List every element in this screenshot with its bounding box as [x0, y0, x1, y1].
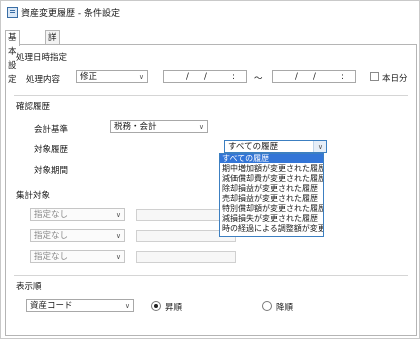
section-processing-date: 処理日時指定 — [16, 53, 68, 63]
date-to-input[interactable]: / / : — [272, 70, 356, 83]
dialog-window: 資産変更履歴 - 条件設定 基本設定 詳細設定 処理日時指定 処理内容 修正 ∨… — [0, 0, 420, 339]
content-select-value: 修正 — [80, 72, 98, 82]
tab-detail-settings[interactable]: 詳細設定 — [45, 30, 60, 85]
aggregate-select-1-value: 指定なし — [34, 210, 69, 220]
dropdown-option[interactable]: 除却損益が変更された履歴 — [220, 184, 323, 193]
chevron-down-icon: ∨ — [115, 253, 121, 261]
sort-ascending-label: 昇順 — [165, 303, 183, 313]
sort-descending-label: 降順 — [276, 303, 294, 313]
sort-key-select[interactable]: 資産コード ∨ — [26, 299, 134, 312]
date-from-slash2: / — [204, 72, 207, 82]
window-title: 資産変更履歴 - 条件設定 — [21, 9, 120, 19]
tab-basic-settings[interactable]: 基本設定 — [5, 30, 20, 85]
tab-panel: 処理日時指定 処理内容 修正 ∨ / / : 〜 / / : 本日分 確認履歴 … — [5, 44, 417, 336]
target-select-value: すべての履歴 — [228, 142, 279, 152]
date-from-input[interactable]: / / : — [163, 70, 247, 83]
standard-select-value: 税務・会計 — [114, 122, 157, 132]
section-aggregate: 集計対象 — [16, 191, 51, 201]
app-icon — [7, 7, 18, 18]
today-only-checkbox[interactable] — [370, 72, 379, 81]
dropdown-option[interactable]: 特別償却額が変更された履歴 — [220, 204, 323, 213]
aggregate-select-1[interactable]: 指定なし ∨ — [30, 208, 125, 221]
date-to-slash2: / — [313, 72, 316, 82]
section-order: 表示順 — [16, 282, 42, 292]
aggregate-select-3[interactable]: 指定なし ∨ — [30, 250, 125, 263]
date-to-colon: : — [341, 72, 344, 82]
divider — [14, 95, 408, 96]
aggregate-select-2[interactable]: 指定なし ∨ — [30, 229, 125, 242]
chevron-down-icon: ∨ — [124, 302, 130, 310]
chevron-down-icon: ∨ — [115, 211, 121, 219]
dropdown-option[interactable]: 時の経過による調整額が変更された履歴 — [220, 224, 323, 233]
section-history: 確認履歴 — [16, 102, 51, 112]
aggregate-field-3 — [136, 251, 236, 263]
target-label: 対象履歴 — [34, 145, 69, 155]
content-select[interactable]: 修正 ∨ — [76, 70, 148, 83]
dropdown-option[interactable]: 減損損失が変更された履歴 — [220, 214, 323, 223]
aggregate-select-3-value: 指定なし — [34, 252, 69, 262]
chevron-down-icon: ∨ — [198, 123, 204, 131]
standard-label: 会計基準 — [34, 125, 69, 135]
sort-key-value: 資産コード — [30, 301, 73, 311]
sort-descending-radio[interactable] — [262, 301, 272, 311]
title-bar: 資産変更履歴 - 条件設定 — [1, 1, 419, 23]
dropdown-option[interactable]: すべての履歴 — [220, 154, 323, 163]
divider — [14, 275, 408, 276]
aggregate-select-2-value: 指定なし — [34, 231, 69, 241]
chevron-down-icon: ∨ — [115, 232, 121, 240]
today-only-label: 本日分 — [382, 74, 408, 84]
chevron-down-icon: ∨ — [138, 73, 144, 81]
target-select[interactable]: すべての履歴 ∨ — [224, 140, 327, 153]
sort-ascending-radio[interactable] — [151, 301, 161, 311]
date-from-slash1: / — [186, 72, 189, 82]
dropdown-option[interactable]: 減価償却費が変更された履歴 — [220, 174, 323, 183]
dropdown-option[interactable]: 期中増加額が変更された履歴 — [220, 164, 323, 173]
standard-select[interactable]: 税務・会計 ∨ — [110, 120, 208, 133]
target-history-dropdown: すべての履歴 期中増加額が変更された履歴 減価償却費が変更された履歴 除却損益が… — [219, 153, 324, 237]
content-label: 処理内容 — [26, 75, 61, 85]
period-label: 対象期間 — [34, 166, 69, 176]
date-to-slash1: / — [295, 72, 298, 82]
range-tilde: 〜 — [254, 74, 263, 84]
date-from-colon: : — [232, 72, 235, 82]
dropdown-option[interactable]: 売却損益が変更された履歴 — [220, 194, 323, 203]
